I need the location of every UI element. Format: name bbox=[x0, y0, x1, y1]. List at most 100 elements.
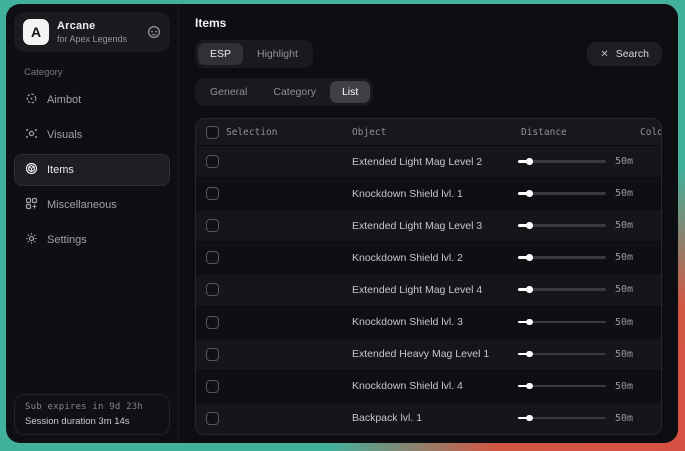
object-name: Extended Heavy Mag Level 1 bbox=[352, 348, 508, 360]
view-tabs: General Category List bbox=[195, 78, 373, 106]
subscription-expiry: Sub expires in 9d 23h bbox=[25, 402, 159, 412]
sidebar-item-items[interactable]: Items bbox=[14, 154, 170, 186]
mode-tabs: ESP Highlight bbox=[195, 40, 313, 68]
slider-handle[interactable] bbox=[526, 286, 533, 293]
distance-value: 50m bbox=[615, 188, 633, 199]
sidebar-item-label: Aimbot bbox=[47, 94, 81, 106]
table-row: Knockdown Shield lvl. 2 50m bbox=[196, 242, 661, 274]
row-checkbox[interactable] bbox=[206, 348, 219, 361]
sidebar-item-visuals[interactable]: Visuals bbox=[14, 119, 170, 151]
row-checkbox[interactable] bbox=[206, 187, 219, 200]
table-header: Selection Object Distance Color bbox=[196, 119, 661, 146]
app-name: Arcane bbox=[57, 20, 127, 32]
row-checkbox[interactable] bbox=[206, 412, 219, 425]
search-button[interactable]: ✕ Search bbox=[587, 42, 662, 66]
object-name: Extended Light Mag Level 2 bbox=[352, 156, 508, 168]
row-checkbox[interactable] bbox=[206, 380, 219, 393]
slider-handle[interactable] bbox=[526, 222, 533, 229]
app-header-card: A Arcane for Apex Legends bbox=[14, 12, 170, 52]
sidebar-item-settings[interactable]: Settings bbox=[14, 224, 170, 256]
distance-value: 50m bbox=[615, 220, 633, 231]
distance-slider[interactable] bbox=[518, 382, 606, 390]
object-name: Knockdown Shield lvl. 3 bbox=[352, 316, 508, 328]
distance-slider[interactable] bbox=[518, 190, 606, 198]
object-name: Knockdown Shield lvl. 1 bbox=[352, 188, 508, 200]
visuals-icon bbox=[25, 127, 38, 143]
column-header-object: Object bbox=[352, 127, 508, 138]
object-name: Backpack lvl. 1 bbox=[352, 412, 508, 424]
row-checkbox[interactable] bbox=[206, 283, 219, 296]
row-checkbox[interactable] bbox=[206, 155, 219, 168]
distance-slider[interactable] bbox=[518, 286, 606, 294]
slider-handle[interactable] bbox=[526, 158, 533, 165]
distance-slider[interactable] bbox=[518, 254, 606, 262]
slider-handle[interactable] bbox=[526, 190, 533, 197]
distance-slider[interactable] bbox=[518, 158, 606, 166]
column-header-distance: Distance bbox=[508, 127, 640, 138]
slider-handle[interactable] bbox=[526, 351, 533, 358]
row-checkbox[interactable] bbox=[206, 251, 219, 264]
table-row: Extended Light Mag Level 3 50m bbox=[196, 210, 661, 242]
sidebar-item-label: Miscellaneous bbox=[47, 199, 117, 211]
sidebar-item-label: Items bbox=[47, 164, 74, 176]
column-header-selection: Selection bbox=[226, 127, 352, 138]
main-panel: Items ESP Highlight ✕ Search General Cat… bbox=[178, 4, 678, 443]
distance-slider[interactable] bbox=[518, 414, 606, 422]
app-subtitle: for Apex Legends bbox=[57, 34, 127, 44]
tab-category[interactable]: Category bbox=[261, 81, 328, 103]
sidebar-category-label: Category bbox=[24, 67, 170, 78]
gear-icon bbox=[25, 232, 38, 248]
column-header-color: Color bbox=[640, 127, 662, 138]
sidebar-item-miscellaneous[interactable]: Miscellaneous bbox=[14, 189, 170, 221]
object-name: Extended Light Mag Level 3 bbox=[352, 220, 508, 232]
sidebar-item-label: Settings bbox=[47, 234, 87, 246]
row-checkbox[interactable] bbox=[206, 219, 219, 232]
app-logo: A bbox=[23, 19, 49, 45]
discord-icon[interactable] bbox=[147, 25, 161, 39]
distance-slider[interactable] bbox=[518, 222, 606, 230]
distance-slider[interactable] bbox=[518, 350, 606, 358]
items-table: Selection Object Distance Color Extended… bbox=[195, 118, 662, 435]
distance-value: 50m bbox=[615, 413, 633, 424]
table-row: Extended Light Mag Level 4 50m bbox=[196, 274, 661, 306]
tab-list[interactable]: List bbox=[330, 81, 370, 103]
tab-highlight[interactable]: Highlight bbox=[245, 43, 310, 65]
tab-general[interactable]: General bbox=[198, 81, 259, 103]
slider-handle[interactable] bbox=[526, 319, 533, 326]
object-name: Knockdown Shield lvl. 2 bbox=[352, 252, 508, 264]
session-info-card: Sub expires in 9d 23h Session duration 3… bbox=[14, 394, 170, 435]
select-all-checkbox[interactable] bbox=[206, 126, 219, 139]
object-name: Knockdown Shield lvl. 4 bbox=[352, 380, 508, 392]
distance-value: 50m bbox=[615, 349, 633, 360]
app-window: A Arcane for Apex Legends Category bbox=[6, 4, 678, 443]
distance-value: 50m bbox=[615, 156, 633, 167]
distance-value: 50m bbox=[615, 284, 633, 295]
session-duration: Session duration 3m 14s bbox=[25, 416, 159, 427]
object-name: Extended Light Mag Level 4 bbox=[352, 284, 508, 296]
search-button-label: Search bbox=[616, 48, 649, 60]
distance-value: 50m bbox=[615, 381, 633, 392]
table-row: Knockdown Shield lvl. 1 50m bbox=[196, 178, 661, 210]
slider-handle[interactable] bbox=[526, 415, 533, 422]
crosshair-icon bbox=[25, 92, 38, 108]
table-body: Extended Light Mag Level 2 50m Knockdown… bbox=[196, 146, 661, 434]
close-icon: ✕ bbox=[600, 49, 608, 60]
row-checkbox[interactable] bbox=[206, 316, 219, 329]
sidebar-item-aimbot[interactable]: Aimbot bbox=[14, 84, 170, 116]
sidebar: A Arcane for Apex Legends Category bbox=[6, 4, 178, 443]
table-row: Extended Heavy Mag Level 1 50m bbox=[196, 339, 661, 371]
table-row: Extended Light Mag Level 2 50m bbox=[196, 146, 661, 178]
distance-value: 50m bbox=[615, 317, 633, 328]
grid-icon bbox=[25, 197, 38, 213]
distance-value: 50m bbox=[615, 252, 633, 263]
page-title: Items bbox=[195, 16, 662, 30]
table-row: Backpack lvl. 1 50m bbox=[196, 403, 661, 434]
table-row: Knockdown Shield lvl. 4 50m bbox=[196, 371, 661, 403]
distance-slider[interactable] bbox=[518, 318, 606, 326]
box-icon bbox=[25, 162, 38, 178]
tab-esp[interactable]: ESP bbox=[198, 43, 243, 65]
slider-handle[interactable] bbox=[526, 383, 533, 390]
sidebar-nav: Aimbot Visuals bbox=[14, 84, 170, 256]
sidebar-item-label: Visuals bbox=[47, 129, 82, 141]
slider-handle[interactable] bbox=[526, 254, 533, 261]
